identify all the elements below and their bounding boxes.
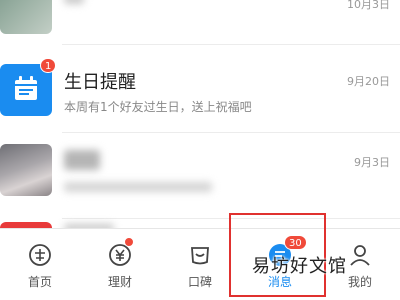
message-row[interactable]: 10月3日 (0, 0, 400, 46)
tab-label: 口碑 (187, 275, 212, 289)
message-row-birthday[interactable]: 1 生日提醒 本周有1个好友过生日，送上祝福吧 9月20日 (0, 46, 400, 134)
tab-label: 首页 (27, 275, 52, 289)
message-title: 生日提醒 (64, 72, 136, 93)
message-row[interactable]: 9月3日 (0, 134, 400, 218)
unread-badge: 1 (40, 58, 57, 73)
tab-label: 理财 (107, 275, 132, 289)
row-divider (62, 132, 400, 133)
home-icon (29, 244, 51, 266)
avatar (0, 0, 52, 34)
watermark-text: 易坊好文馆 (252, 256, 347, 277)
koubei-icon (191, 247, 209, 265)
profile-icon (350, 245, 370, 266)
tab-finance[interactable]: 理财 (80, 229, 160, 300)
finance-dot (124, 237, 134, 247)
blurred-title (64, 0, 84, 4)
blurred-preview (64, 182, 212, 192)
blurred-title (64, 150, 100, 170)
message-date: 9月3日 (354, 156, 390, 169)
message-date: 9月20日 (347, 75, 390, 88)
message-preview: 本周有1个好友过生日，送上祝福吧 (64, 100, 252, 114)
tab-koubei[interactable]: 口碑 (160, 229, 240, 300)
message-date: 10月3日 (347, 0, 390, 11)
row-divider (62, 44, 400, 45)
tab-home[interactable]: 首页 (0, 229, 80, 300)
avatar-photo (0, 144, 52, 196)
